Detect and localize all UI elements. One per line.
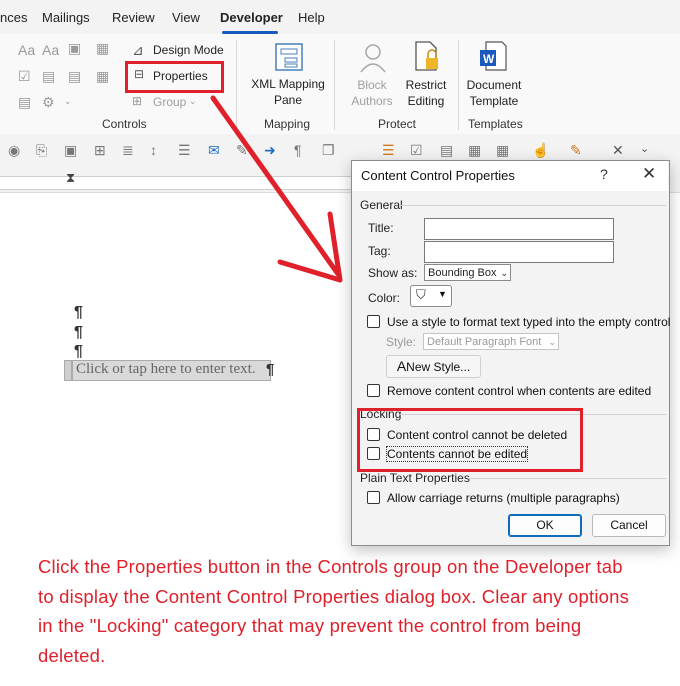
locking-highlight-box [357,408,583,472]
tag-input[interactable] [424,241,614,263]
ok-button[interactable]: OK [508,514,582,537]
show-as-select[interactable]: Bounding Box ⌄ [424,264,511,281]
plain-text-section-label: Plain Text Properties [360,471,470,485]
general-section-label: General [360,198,403,212]
section-divider [468,478,666,479]
show-as-value: Bounding Box [428,267,497,279]
tag-label: Tag: [368,244,391,258]
section-divider [400,205,666,206]
chevron-down-icon: ⌄ [548,337,556,347]
use-style-label: Use a style to format text typed into th… [387,315,671,329]
instruction-caption: Click the Properties button in the Contr… [38,556,630,666]
paint-bucket-icon: ⛉ [416,287,426,302]
dropdown-arrow-icon: ▼ [438,289,447,299]
new-style-button[interactable]: ANew Style... [386,355,481,378]
title-input[interactable] [424,218,614,240]
style-select[interactable]: Default Paragraph Font ⌄ [423,333,559,350]
close-icon[interactable]: ✕ [642,164,656,184]
color-label: Color: [368,291,401,305]
new-style-icon: A [396,358,407,374]
allow-returns-label: Allow carriage returns (multiple paragra… [387,491,620,505]
style-label: Style: [386,335,417,349]
color-picker-button[interactable]: ⛉ ▼ [410,285,452,307]
style-value: Default Paragraph Font [427,336,542,348]
chevron-down-icon: ⌄ [500,268,508,278]
help-icon[interactable]: ? [600,166,608,182]
title-label: Title: [368,221,394,235]
new-style-label: New Style... [406,360,471,374]
cancel-button[interactable]: Cancel [592,514,666,537]
remove-control-label: Remove content control when contents are… [387,384,652,398]
use-style-checkbox[interactable] [367,315,380,328]
show-as-label: Show as: [368,266,418,280]
dialog-title: Content Control Properties [361,168,515,183]
allow-returns-checkbox[interactable] [367,491,380,504]
remove-control-checkbox[interactable] [367,384,380,397]
